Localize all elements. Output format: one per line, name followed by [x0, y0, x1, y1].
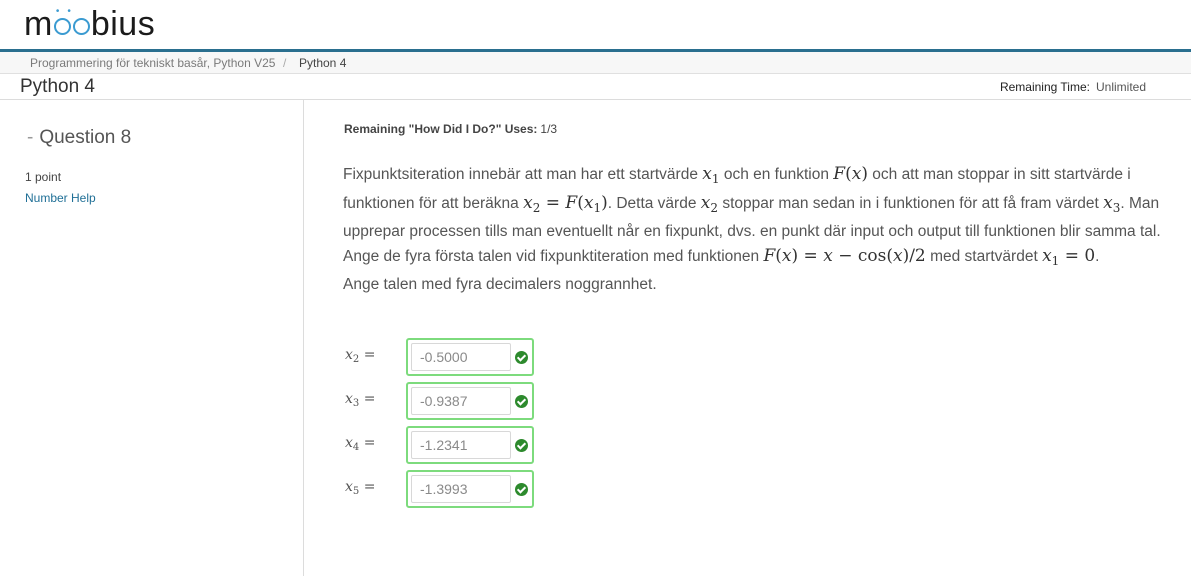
- collapse-dash-icon: -: [27, 127, 34, 148]
- remaining-time: Remaining Time: Unlimited: [1000, 74, 1146, 100]
- remaining-count: 1/3: [540, 122, 558, 136]
- how-did-i-do-remaining: Remaining "How Did I Do?" Uses: 1/3: [344, 122, 557, 136]
- number-help-link[interactable]: Number Help: [25, 191, 96, 205]
- mobius-logo[interactable]: m •• bius: [24, 2, 155, 46]
- answer-input[interactable]: -0.9387: [411, 387, 511, 415]
- answer-box-correct: -1.2341: [406, 426, 534, 464]
- text-segment: och en funktion: [723, 166, 829, 183]
- answer-input[interactable]: -1.3993: [411, 475, 511, 503]
- question-title-text: Question 8: [39, 127, 132, 148]
- text-segment: stoppar man sedan in i funktionen för at…: [722, 195, 1099, 212]
- text-segment: Fixpunktsiteration innebär att man har e…: [343, 166, 698, 183]
- answer-label-var: x: [345, 435, 353, 451]
- breadcrumb-current: Python 4: [299, 56, 347, 70]
- question-title[interactable]: - Question 8: [27, 127, 131, 149]
- math-x2-eq-Fx1: x2 = F(x1): [523, 193, 608, 215]
- text-segment: med startvärdet: [930, 248, 1038, 265]
- answer-label-sub: 3: [352, 398, 360, 409]
- math-x2: x2: [700, 193, 719, 215]
- remaining-label: Remaining "How Did I Do?" Uses:: [344, 122, 538, 136]
- answer-label: x5 =: [345, 479, 376, 497]
- page-title: Python 4: [20, 76, 95, 97]
- question-text: Fixpunktsiteration innebär att man har e…: [343, 162, 1179, 297]
- answer-label: x4 =: [345, 435, 376, 453]
- question-paragraph-1: Fixpunktsiteration innebär att man har e…: [343, 162, 1179, 244]
- math-x3: x3: [1103, 193, 1121, 215]
- answer-label-sub: 4: [352, 442, 360, 453]
- answer-box-correct: -0.9387: [406, 382, 534, 420]
- question-sidebar: - Question 8 1 point Number Help: [0, 100, 304, 576]
- answer-label: x2 =: [345, 347, 376, 365]
- remaining-time-label: Remaining Time:: [999, 80, 1090, 94]
- answer-input[interactable]: -0.5000: [411, 343, 511, 371]
- answer-label-sub: 2: [352, 354, 360, 365]
- app-header: m •• bius: [0, 0, 1191, 50]
- question-paragraph-2: Ange de fyra första talen vid fixpunktit…: [343, 244, 1179, 273]
- correct-check-icon: [515, 395, 528, 408]
- text-segment: . Detta värde: [607, 195, 697, 212]
- question-paragraph-3: Ange talen med fyra decimalers noggrannh…: [343, 276, 657, 293]
- correct-check-icon: [515, 483, 528, 496]
- breadcrumb: Programmering för tekniskt basår, Python…: [0, 52, 1191, 74]
- answer-label-var: x: [345, 479, 353, 495]
- breadcrumb-separator: /: [283, 56, 287, 70]
- question-points: 1 point: [25, 170, 62, 184]
- math-x1-eq-0: x1 = 0: [1042, 246, 1096, 268]
- math-function: F(x) = x − cos(x)/2: [763, 246, 926, 266]
- answer-label-var: x: [345, 347, 353, 363]
- correct-check-icon: [515, 351, 528, 364]
- remaining-time-value: Unlimited: [1095, 80, 1146, 94]
- correct-check-icon: [515, 439, 528, 452]
- answer-label-var: x: [345, 391, 353, 407]
- math-x1: x1: [702, 164, 720, 186]
- text-segment: Ange de fyra första talen vid fixpunktit…: [343, 248, 760, 265]
- answer-label-sub: 5: [352, 486, 360, 497]
- breadcrumb-course-link[interactable]: Programmering för tekniskt basår, Python…: [30, 52, 275, 74]
- text-segment: .: [1095, 248, 1100, 265]
- math-Fx: F(x): [833, 164, 868, 184]
- answer-label: x3 =: [345, 391, 376, 409]
- question-body: Remaining "How Did I Do?" Uses: 1/3 Fixpu…: [305, 100, 1191, 576]
- assignment-titlebar: Python 4 Remaining Time: Unlimited: [0, 74, 1191, 100]
- answer-box-correct: -0.5000: [406, 338, 534, 376]
- answer-input[interactable]: -1.2341: [411, 431, 511, 459]
- answer-box-correct: -1.3993: [406, 470, 534, 508]
